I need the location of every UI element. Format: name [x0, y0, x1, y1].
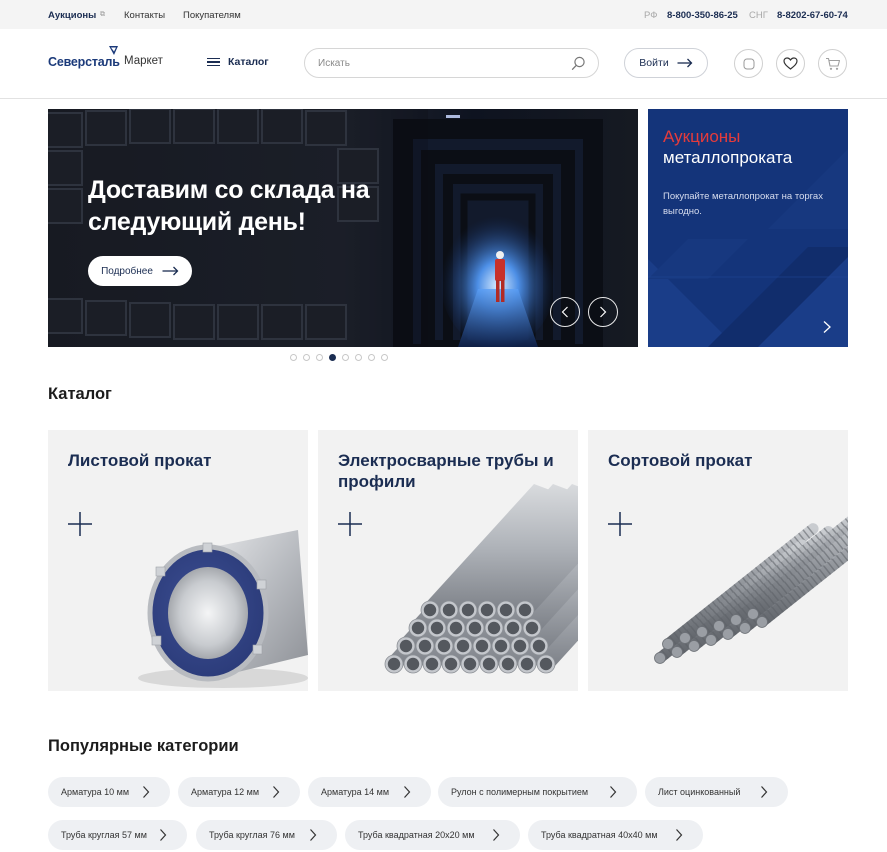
auctions-promo-banner[interactable]: Аукционы металлопроката Покупайте металл…	[648, 109, 848, 347]
chevron-right-icon	[493, 829, 500, 841]
popular-category-chip[interactable]: Арматура 14 мм	[308, 777, 431, 807]
chip-label: Лист оцинкованный	[658, 787, 741, 797]
popular-category-chip[interactable]: Арматура 12 мм	[178, 777, 300, 807]
login-button[interactable]: Войти	[624, 48, 708, 78]
compare-icon	[743, 58, 754, 69]
plus-icon	[68, 512, 92, 536]
chevron-right-icon	[273, 786, 280, 798]
slider-dot[interactable]	[290, 354, 297, 361]
logo-mark-icon	[109, 46, 118, 55]
chip-label: Арматура 10 мм	[61, 787, 130, 797]
chevron-right-icon	[610, 786, 617, 798]
slider-dot[interactable]	[329, 354, 336, 361]
top-bar: Аукционы ⧉ Контакты Покупателям РФ 8-800…	[0, 0, 887, 29]
popular-category-chip[interactable]: Труба круглая 57 мм	[48, 820, 187, 850]
auctions-link[interactable]: Аукционы	[48, 10, 96, 21]
burger-menu-icon	[207, 57, 220, 67]
hero-title: Доставим со склада на следующий день!	[88, 176, 370, 236]
chevron-right-icon	[143, 786, 150, 798]
heart-icon	[783, 57, 798, 70]
catalog-card-pipes[interactable]: Электросварные трубы и профили	[318, 430, 578, 691]
compare-button[interactable]	[734, 49, 763, 78]
search-icon[interactable]	[571, 56, 586, 71]
chevron-right-icon	[310, 829, 317, 841]
cart-button[interactable]	[818, 49, 847, 78]
slider-dot[interactable]	[316, 354, 323, 361]
buyers-link[interactable]: Покупателям	[183, 10, 241, 21]
search-input[interactable]	[318, 55, 558, 72]
popular-category-chip[interactable]: Лист оцинкованный	[645, 777, 788, 807]
slider-dot[interactable]	[355, 354, 362, 361]
chip-label: Труба круглая 57 мм	[61, 830, 147, 840]
popular-category-chip[interactable]: Труба квадратная 20х20 мм	[345, 820, 520, 850]
plus-icon	[338, 512, 362, 536]
contacts-link[interactable]: Контакты	[124, 10, 165, 21]
popular-category-chip[interactable]: Труба круглая 76 мм	[196, 820, 337, 850]
promo-text: Покупайте металлопрокат на торгах выгодн…	[663, 191, 823, 217]
favorites-button[interactable]	[776, 49, 805, 78]
cis-phone-link[interactable]: 8-8202-67-60-74	[777, 10, 848, 21]
arrow-right-icon	[677, 58, 693, 68]
chevron-left-icon	[561, 306, 568, 318]
slider-dots	[290, 354, 388, 361]
slider-dot[interactable]	[381, 354, 388, 361]
chevron-right-icon	[160, 829, 167, 841]
chip-label: Труба квадратная 20х20 мм	[358, 830, 475, 840]
logo-market: Маркет	[124, 55, 163, 67]
rf-label: РФ	[644, 10, 658, 21]
catalog-card-title: Листовой прокат	[68, 451, 212, 470]
chevron-right-icon[interactable]	[821, 320, 833, 334]
catalog-section-title: Каталог	[48, 385, 112, 403]
chip-label: Труба квадратная 40х40 мм	[541, 830, 658, 840]
catalog-card-title: Электросварные трубы и профили	[338, 451, 554, 491]
catalog-menu-label: Каталог	[228, 56, 269, 68]
chip-label: Арматура 14 мм	[321, 787, 390, 797]
search-box	[304, 48, 599, 78]
arrow-right-icon	[162, 266, 179, 276]
chevron-right-icon	[404, 786, 411, 798]
popular-category-chip[interactable]: Труба квадратная 40х40 мм	[528, 820, 703, 850]
cis-label: СНГ	[749, 10, 768, 21]
external-link-icon: ⧉	[100, 11, 105, 18]
plus-icon	[608, 512, 632, 536]
hero-banner[interactable]: Доставим со склада на следующий день! По…	[48, 109, 638, 347]
login-label: Войти	[639, 57, 669, 69]
promo-title-white: металлопроката	[663, 148, 793, 167]
slider-next-button[interactable]	[588, 297, 618, 327]
chip-label: Арматура 12 мм	[191, 787, 260, 797]
slider-prev-button[interactable]	[550, 297, 580, 327]
cart-icon	[825, 57, 840, 70]
catalog-card-long-products[interactable]: Сортовой прокат	[588, 430, 848, 691]
logo-brand[interactable]: Северсталь	[48, 55, 120, 69]
slider-dot[interactable]	[303, 354, 310, 361]
popular-section-title: Популярные категории	[48, 737, 239, 755]
chevron-right-icon	[761, 786, 768, 798]
popular-category-chip[interactable]: Арматура 10 мм	[48, 777, 170, 807]
chip-label: Труба круглая 76 мм	[209, 830, 295, 840]
rf-phone-link[interactable]: 8-800-350-86-25	[667, 10, 738, 21]
slider-dot[interactable]	[368, 354, 375, 361]
header: Северсталь Маркет Каталог Войти	[0, 29, 887, 99]
catalog-card-title: Сортовой прокат	[608, 451, 753, 470]
catalog-card-sheet[interactable]: Листовой прокат	[48, 430, 308, 691]
chip-label: Рулон с полимерным покрытием	[451, 787, 589, 797]
catalog-menu-button[interactable]: Каталог	[207, 54, 269, 70]
chevron-right-icon	[676, 829, 683, 841]
hero-more-button[interactable]: Подробнее	[88, 256, 192, 286]
promo-title-red: Аукционы	[663, 127, 741, 146]
slider-dot[interactable]	[342, 354, 349, 361]
chevron-right-icon	[600, 306, 607, 318]
popular-category-chip[interactable]: Рулон с полимерным покрытием	[438, 777, 637, 807]
hero-more-label: Подробнее	[101, 265, 153, 277]
